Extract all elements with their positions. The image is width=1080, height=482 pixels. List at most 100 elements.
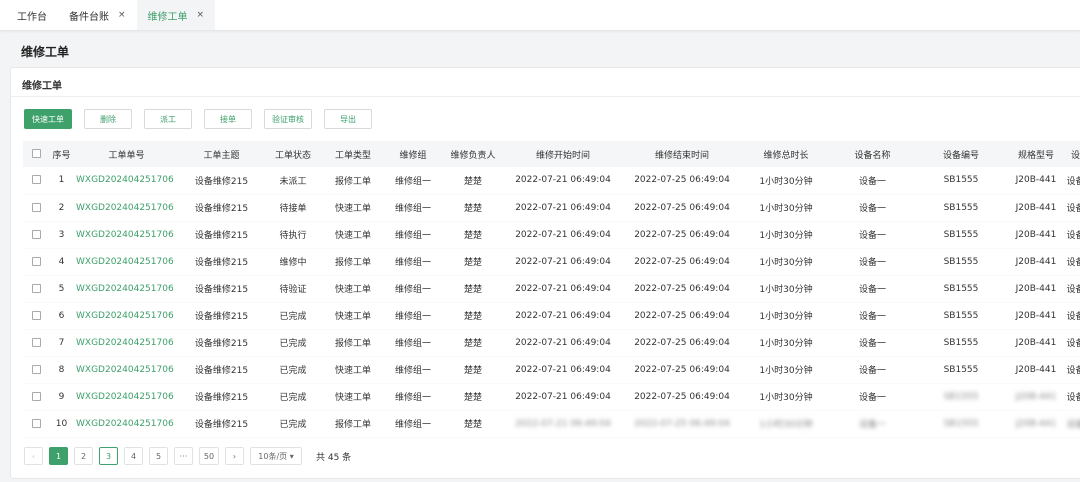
table-row[interactable]: 7 WXGD202404251706 设备维修215 已完成 报修工单 维修组一 楚楚 202… (23, 329, 1080, 357)
order-number-link[interactable]: WXGD202404251706 (74, 194, 179, 222)
device-number-cell: SB1555 (915, 410, 1007, 438)
column-header[interactable]: 序号 (49, 141, 74, 167)
order-number-link[interactable]: WXGD202404251706 (74, 275, 179, 303)
column-header[interactable]: 工单单号 (74, 141, 179, 167)
device-number-cell: SB1555 (915, 248, 1007, 276)
tab-spare-parts[interactable]: 备件台账 × (58, 0, 137, 30)
verify-review-button[interactable]: 验证审核 (264, 109, 312, 129)
row-select-cell (23, 167, 49, 195)
page-button[interactable]: 5 (149, 447, 168, 465)
prev-page-button[interactable]: ‹ (24, 447, 43, 465)
table-row[interactable]: 4 WXGD202404251706 设备维修215 维修中 报修工单 维修组一 楚楚 202… (23, 248, 1080, 276)
device-name-cell: 设备一 (830, 329, 915, 357)
order-number-link[interactable]: WXGD202404251706 (74, 383, 179, 411)
row-checkbox[interactable] (31, 175, 41, 185)
page-button[interactable]: 50 (199, 447, 219, 465)
duration-cell: 1小时30分钟 (742, 275, 830, 303)
page-button[interactable]: 4 (124, 447, 143, 465)
subject-cell: 设备维修215 (179, 194, 264, 222)
more-pages-button[interactable]: ··· (174, 447, 193, 465)
group-cell: 维修组一 (384, 329, 442, 357)
order-number-link[interactable]: WXGD202404251706 (74, 356, 179, 384)
device-name-cell: 设备一 (830, 275, 915, 303)
device-type-cell: 设备类型一 (1065, 275, 1080, 303)
start-time-cell: 2022-07-21 06:49:04 (504, 329, 622, 357)
column-header[interactable]: 工单类型 (322, 141, 384, 167)
table-row[interactable]: 10 WXGD202404251706 设备维修215 已完成 报修工单 维修组一 楚楚 20… (23, 410, 1080, 438)
row-checkbox[interactable] (31, 256, 41, 266)
delete-button[interactable]: 删除 (84, 109, 132, 129)
column-header[interactable]: 维修组 (384, 141, 442, 167)
column-header[interactable]: 规格型号 (1007, 141, 1065, 167)
order-number-link[interactable]: WXGD202404251706 (74, 329, 179, 357)
end-time-cell: 2022-07-25 06:49:04 (622, 221, 742, 249)
page-size-select[interactable]: 10条/页 ▾ (250, 447, 302, 465)
table-row[interactable]: 2 WXGD202404251706 设备维修215 待接单 快速工单 维修组一 楚楚 202… (23, 194, 1080, 222)
group-cell: 维修组一 (384, 221, 442, 249)
select-all-checkbox[interactable] (31, 149, 41, 158)
model-cell: J20B-441 (1007, 221, 1065, 249)
export-button[interactable]: 导出 (324, 109, 372, 129)
order-number-link[interactable]: WXGD202404251706 (74, 248, 179, 276)
row-checkbox[interactable] (31, 337, 41, 347)
page-button[interactable]: 1 (49, 447, 68, 465)
table-header-row: 序号 工单单号 工单主题 工单状态 工单类型 维修组 维修负责人 维修开始时间 … (23, 141, 1080, 167)
device-name-cell: 设备一 (830, 194, 915, 222)
duration-cell: 1小时30分钟 (742, 194, 830, 222)
device-name-cell: 设备一 (830, 167, 915, 195)
close-icon[interactable]: × (197, 10, 205, 20)
column-header[interactable]: 设备名称 (830, 141, 915, 167)
close-icon[interactable]: × (118, 10, 126, 20)
table-row[interactable]: 9 WXGD202404251706 设备维修215 已完成 快速工单 维修组一 楚楚 202… (23, 383, 1080, 411)
toolbar: 快速工单 删除 派工 接单 验证审核 导出 (24, 109, 372, 129)
order-number-link[interactable]: WXGD202404251706 (74, 221, 179, 249)
row-checkbox[interactable] (31, 418, 41, 428)
table-row[interactable]: 5 WXGD202404251706 设备维修215 待验证 快速工单 维修组一 楚楚 202… (23, 275, 1080, 303)
orders-table-wrapper: 序号 工单单号 工单主题 工单状态 工单类型 维修组 维修负责人 维修开始时间 … (23, 141, 1080, 438)
column-header[interactable]: 设备类型 (1065, 141, 1080, 167)
device-number-cell: SB1555 (915, 329, 1007, 357)
duration-cell: 1小时30分钟 (742, 248, 830, 276)
row-checkbox[interactable] (31, 229, 41, 239)
row-checkbox[interactable] (31, 391, 41, 401)
page-button[interactable]: 3 (99, 447, 118, 465)
column-header[interactable]: 维修负责人 (442, 141, 504, 167)
table-row[interactable]: 8 WXGD202404251706 设备维修215 已完成 快速工单 维修组一 楚楚 202… (23, 356, 1080, 384)
column-header[interactable]: 维修开始时间 (504, 141, 622, 167)
row-select-cell (23, 275, 49, 303)
type-cell: 快速工单 (322, 221, 384, 249)
row-checkbox[interactable] (31, 364, 41, 374)
pagination: ‹ 1 2 3 4 5 ··· 50 › 10条/页 ▾ 共 45 条 (24, 447, 351, 465)
dispatch-button[interactable]: 派工 (144, 109, 192, 129)
tab-workbench[interactable]: 工作台 (6, 0, 58, 30)
table-row[interactable]: 1 WXGD202404251706 设备维修215 未派工 报修工单 维修组一 楚楚 202… (23, 167, 1080, 195)
tab-label: 备件台账 (69, 11, 109, 23)
column-header[interactable]: 维修结束时间 (622, 141, 742, 167)
model-cell: J20B-441 (1007, 410, 1065, 438)
tab-repair-orders[interactable]: 维修工单 × (136, 0, 216, 30)
accept-button[interactable]: 接单 (204, 109, 252, 129)
order-number-link[interactable]: WXGD202404251706 (74, 302, 179, 330)
column-header[interactable]: 工单主题 (179, 141, 264, 167)
orders-card: 维修工单 快速工单 删除 派工 接单 验证审核 导出 序号 工单单号 工单主题 … (10, 67, 1080, 479)
column-header[interactable]: 工单状态 (264, 141, 322, 167)
next-page-button[interactable]: › (225, 447, 244, 465)
row-checkbox[interactable] (31, 283, 41, 293)
table-row[interactable]: 6 WXGD202404251706 设备维修215 已完成 快速工单 维修组一 楚楚 202… (23, 302, 1080, 330)
owner-cell: 楚楚 (442, 410, 504, 438)
device-name-cell: 设备一 (830, 221, 915, 249)
quick-order-button[interactable]: 快速工单 (24, 109, 72, 129)
row-checkbox[interactable] (31, 202, 41, 212)
status-cell: 待执行 (264, 221, 322, 249)
column-header[interactable]: 设备编号 (915, 141, 1007, 167)
column-header[interactable]: 维修总时长 (742, 141, 830, 167)
subject-cell: 设备维修215 (179, 248, 264, 276)
row-checkbox[interactable] (31, 310, 41, 320)
order-number-link[interactable]: WXGD202404251706 (74, 167, 179, 195)
end-time-cell: 2022-07-25 06:49:04 (622, 410, 742, 438)
row-number: 6 (49, 302, 74, 330)
page-button[interactable]: 2 (74, 447, 93, 465)
table-row[interactable]: 3 WXGD202404251706 设备维修215 待执行 快速工单 维修组一 楚楚 202… (23, 221, 1080, 249)
order-number-link[interactable]: WXGD202404251706 (74, 410, 179, 438)
duration-cell: 1小时30分钟 (742, 221, 830, 249)
